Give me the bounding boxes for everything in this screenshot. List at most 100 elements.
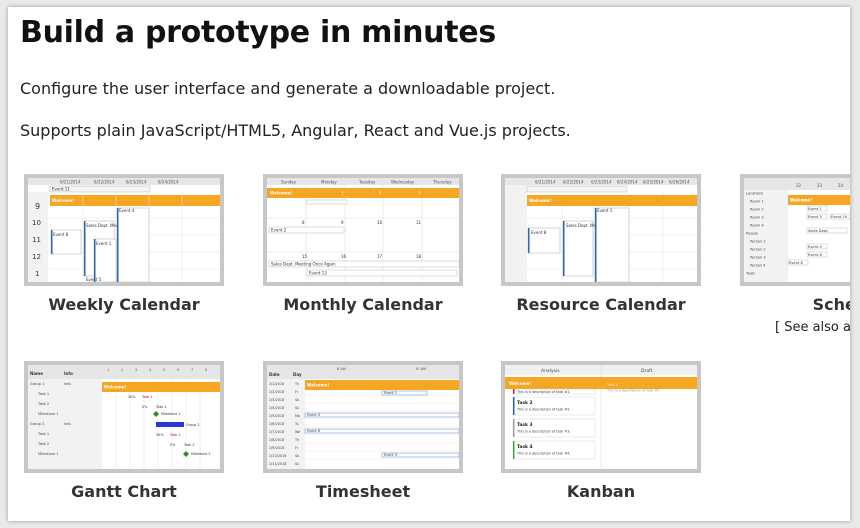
monthly-calendar-thumbnail[interactable]: Sunday Monday Tuesday Wednesday Thursday…: [263, 174, 463, 286]
frameworks-paragraph: Supports plain JavaScript/HTML5, Angular…: [20, 121, 571, 140]
monthly-day-wednesday: Wednesday: [391, 180, 415, 185]
weekly-calendar-thumbnail[interactable]: 6/21/2014 6/22/2014 6/23/2014 6/24/2014 …: [24, 174, 224, 286]
gantt-header-name: Name: [30, 371, 43, 376]
tile-title[interactable]: Weekly Calendar: [24, 295, 224, 314]
weekly-banner: Welcome!: [52, 198, 74, 203]
gantt-row-task1: Task 1: [37, 392, 49, 396]
scheduler-row-person3: Person 3: [750, 256, 766, 260]
timesheet-thumbnail[interactable]: Date Day 8 AM 10 AM 2/1/2018 Th 2/2/2018 F…: [263, 361, 463, 473]
monthly-day-sunday: Sunday: [281, 180, 297, 185]
ts-event-4: Event 4: [307, 413, 320, 417]
monthly-calendar-preview: Sunday Monday Tuesday Wednesday Thursday…: [267, 178, 459, 282]
ts-row-5-day: Mo: [295, 414, 300, 418]
kanban-thumbnail[interactable]: Analysis Draft Welcome! Task 5 This is a…: [501, 361, 701, 473]
tile-kanban[interactable]: Analysis Draft Welcome! Task 5 This is a…: [501, 361, 701, 501]
scheduler-event-3: Event 3: [808, 215, 822, 219]
gantt-label-milestone1: Milestone 1: [161, 412, 181, 416]
ts-row-10-date: 2/10/2018: [269, 454, 286, 458]
gantt-row-task1b: Task 1: [37, 432, 49, 436]
monthly-num-11: 11: [416, 220, 422, 225]
scheduler-thumbnail[interactable]: 22 23 24 Locations Room 1 Room 2 Room 3 …: [740, 174, 850, 286]
weekly-event-1: Event 1: [96, 241, 112, 246]
tile-title[interactable]: Timesheet: [263, 482, 463, 501]
weekly-event-11: Event 11: [52, 187, 70, 192]
gantt-row-group1: Group 1: [30, 382, 44, 386]
ts-row-3-date: 2/3/2018: [269, 398, 284, 402]
tile-title[interactable]: Kanban: [501, 482, 701, 501]
ts-row-2-date: 2/2/2018: [269, 390, 284, 394]
tile-title[interactable]: Sched: [740, 295, 850, 314]
gantt-row-task2: Task 2: [37, 402, 49, 406]
gantt-day-1: 1: [107, 368, 109, 372]
kanban-card-4-desc: This is a description of task #4.: [516, 452, 571, 456]
ts-event-9: Event 9: [384, 453, 397, 457]
see-also-link[interactable]: [ See also a: [775, 320, 850, 335]
tile-title[interactable]: Monthly Calendar: [263, 295, 463, 314]
kanban-preview: Analysis Draft Welcome! Task 5 This is a…: [505, 365, 697, 469]
tile-monthly-calendar[interactable]: Sunday Monday Tuesday Wednesday Thursday…: [263, 174, 463, 314]
tile-resource-calendar[interactable]: 6/21/2014 6/22/2014 6/23/2014 6/24/2014 …: [501, 174, 701, 314]
monthly-day-monday: Monday: [321, 180, 337, 185]
ts-row-6-date: 2/6/2018: [269, 422, 284, 426]
gantt-label-task1: Task 1: [141, 395, 153, 399]
scheduler-event-10: Event 10: [831, 215, 848, 219]
scheduler-col-23: 23: [817, 183, 823, 188]
scheduler-row-tools: Tools: [745, 272, 755, 276]
tile-weekly-calendar[interactable]: 6/21/2014 6/22/2014 6/23/2014 6/24/2014 …: [24, 174, 224, 314]
ts-row-9-date: 2/9/2018: [269, 446, 284, 450]
gantt-chart-thumbnail[interactable]: Name Info 1 2 3 4 5 6 7 8 Group 1 info T…: [24, 361, 224, 473]
tile-title[interactable]: Gantt Chart: [24, 482, 224, 501]
weekly-hour-1: 1: [35, 270, 39, 278]
monthly-num-16: 16: [341, 254, 347, 259]
scheduler-row-person2: Person 2: [750, 248, 766, 252]
kanban-card-2-title: Task 2: [517, 400, 533, 406]
scheduler-row-person1: Person 1: [750, 240, 766, 244]
timesheet-header-date: Date: [269, 372, 280, 377]
resource-calendar-thumbnail[interactable]: 6/21/2014 6/22/2014 6/23/2014 6/24/2014 …: [501, 174, 701, 286]
scheduler-col-24: 24: [838, 183, 844, 188]
kanban-card-2-desc: This is a description of task #2.: [516, 408, 571, 412]
scheduler-row-person4: Person 4: [750, 264, 766, 268]
weekly-event-4: Event 4: [119, 208, 135, 213]
gantt-header-info: Info: [64, 371, 73, 376]
weekly-event-5: Event 5: [86, 277, 102, 282]
monthly-day-thursday: Thursday: [432, 180, 452, 185]
gantt-label-task1b: Task 1: [169, 433, 181, 437]
ts-row-1-day: Th: [294, 382, 299, 386]
weekly-date-1: 6/21/2014: [60, 180, 81, 185]
monthly-day-tuesday: Tuesday: [358, 180, 376, 185]
weekly-calendar-preview: 6/21/2014 6/22/2014 6/23/2014 6/24/2014 …: [28, 178, 220, 282]
weekly-date-2: 6/22/2014: [94, 180, 115, 185]
gantt-row-task2b: Task 2: [37, 442, 49, 446]
ts-row-8-day: Th: [294, 438, 299, 442]
tile-gantt-chart[interactable]: Name Info 1 2 3 4 5 6 7 8 Group 1 info T…: [24, 361, 224, 501]
scheduler-row-room3: Room 3: [750, 216, 764, 220]
timesheet-banner: Welcome!: [307, 383, 329, 388]
tile-scheduler[interactable]: 22 23 24 Locations Room 1 Room 2 Room 3 …: [740, 174, 850, 314]
scheduler-event-6: Event 6: [808, 253, 822, 257]
resource-banner: Welcome!: [529, 198, 551, 203]
ts-row-11-day: Su: [295, 462, 299, 466]
main-card: Build a prototype in minutes Configure t…: [8, 7, 850, 521]
kanban-col-draft: Draft: [641, 368, 653, 374]
resource-date-3: 6/23/2014: [591, 180, 612, 185]
resource-date-4: 6/24/2014: [617, 180, 638, 185]
gantt-chart-preview: Name Info 1 2 3 4 5 6 7 8 Group 1 info T…: [28, 365, 220, 469]
page-title: Build a prototype in minutes: [20, 15, 496, 50]
weekly-hour-11: 11: [32, 236, 41, 244]
gantt-row-milestone1b: Milestone 1: [38, 452, 59, 456]
scheduler-col-22: 22: [796, 183, 802, 188]
tile-title[interactable]: Resource Calendar: [501, 295, 701, 314]
ts-row-11-date: 2/11/2018: [269, 462, 286, 466]
resource-date-1: 6/21/2014: [535, 180, 556, 185]
scheduler-event-1: Event 1: [808, 207, 822, 211]
timesheet-period-10am: 10 AM: [415, 367, 426, 371]
kanban-draft-desc: This is a description of task #5.: [606, 389, 661, 393]
ts-row-6-day: Tu: [294, 422, 299, 426]
scheduler-event-8: Event 8: [789, 261, 803, 265]
ts-event-6: Event 6: [307, 429, 320, 433]
resource-calendar-preview: 6/21/2014 6/22/2014 6/23/2014 6/24/2014 …: [505, 178, 697, 282]
tile-timesheet[interactable]: Date Day 8 AM 10 AM 2/1/2018 Th 2/2/2018 F…: [263, 361, 463, 501]
gantt-day-3: 3: [135, 368, 137, 372]
resource-date-2: 6/22/2014: [563, 180, 584, 185]
